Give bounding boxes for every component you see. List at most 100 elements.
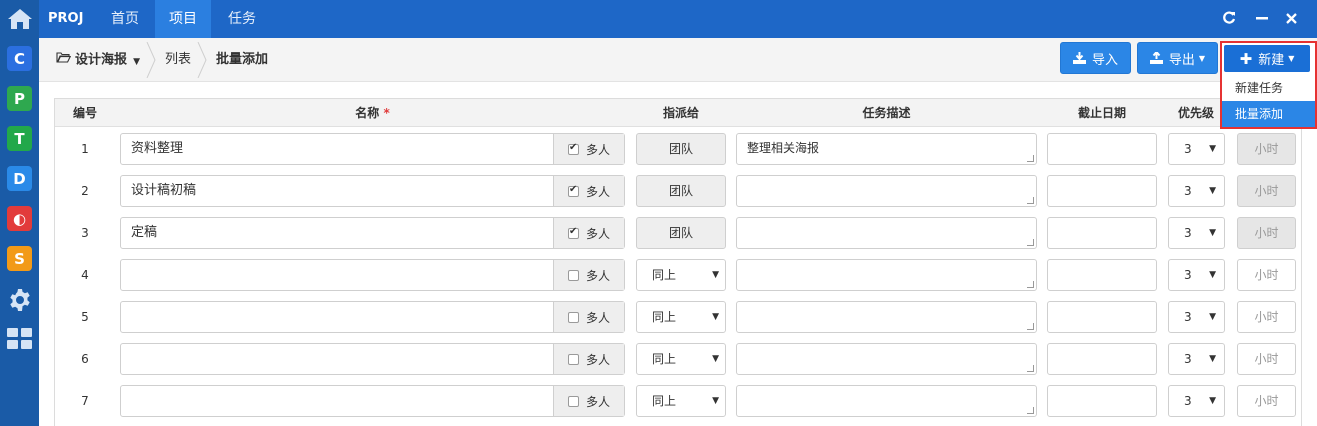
header-desc: 任务描述 — [862, 106, 911, 120]
table-header: 编号 名称 * 指派给 任务描述 截止日期 优先级 — [55, 99, 1301, 127]
multi-checkbox[interactable] — [567, 184, 579, 197]
hours-input[interactable]: 小时 — [1237, 217, 1296, 249]
priority-select[interactable]: 3 ▼ — [1168, 259, 1225, 291]
assign-select[interactable]: 同上 ▼ — [636, 259, 726, 291]
priority-select[interactable]: 3 ▼ — [1168, 343, 1225, 375]
close-icon[interactable] — [1282, 9, 1300, 27]
import-icon — [1072, 52, 1086, 64]
breadcrumb-project[interactable]: 设计海报 ▼ — [56, 38, 140, 82]
task-name-input[interactable]: 多人 — [120, 343, 625, 375]
multi-checkbox[interactable] — [567, 226, 579, 239]
multi-person-toggle[interactable]: 多人 — [553, 386, 624, 416]
breadcrumb-list[interactable]: 列表 — [165, 38, 191, 82]
priority-select[interactable]: 3 ▼ — [1168, 217, 1225, 249]
refresh-icon[interactable] — [1220, 9, 1238, 27]
multi-person-toggle[interactable]: 多人 — [553, 134, 624, 164]
caret-down-icon: ▼ — [712, 396, 719, 406]
hours-input[interactable]: 小时 — [1237, 301, 1296, 333]
menu-item-new-task[interactable]: 新建任务 — [1222, 75, 1315, 101]
multi-checkbox[interactable] — [567, 142, 579, 155]
export-button[interactable]: 导出 ▼ — [1137, 42, 1218, 74]
header-name: 名称 * — [120, 99, 625, 127]
minimize-icon[interactable] — [1253, 9, 1271, 27]
nav-project[interactable]: 项目 — [155, 0, 211, 38]
home-icon[interactable] — [0, 0, 39, 38]
deadline-input[interactable] — [1047, 133, 1157, 165]
task-desc-textarea[interactable] — [736, 301, 1037, 333]
resize-grip-icon[interactable] — [1027, 281, 1034, 288]
row-number: 5 — [81, 310, 89, 324]
menu-item-batch-add[interactable]: 批量添加 — [1222, 101, 1315, 127]
import-button[interactable]: 导入 — [1060, 42, 1131, 74]
task-name-input[interactable]: 多人 — [120, 385, 625, 417]
nav-home[interactable]: 首页 — [101, 0, 149, 38]
task-name-input[interactable]: 资料整理 多人 — [120, 133, 625, 165]
hours-input[interactable]: 小时 — [1237, 175, 1296, 207]
deadline-input[interactable] — [1047, 259, 1157, 291]
hours-input[interactable]: 小时 — [1237, 259, 1296, 291]
table-row: 6 多人 同上 ▼ 3 ▼ 小时 — [55, 343, 1301, 385]
priority-select[interactable]: 3 ▼ — [1168, 175, 1225, 207]
resize-grip-icon[interactable] — [1027, 239, 1034, 246]
multi-checkbox[interactable] — [567, 311, 579, 323]
multi-person-toggle[interactable]: 多人 — [553, 344, 624, 374]
s-app-icon[interactable]: S — [7, 246, 32, 271]
assign-select[interactable]: 同上 ▼ — [636, 301, 726, 333]
priority-select[interactable]: 3 ▼ — [1168, 385, 1225, 417]
multi-checkbox[interactable] — [567, 395, 579, 407]
task-desc-textarea[interactable] — [736, 175, 1037, 207]
task-name-input[interactable]: 多人 — [120, 301, 625, 333]
task-desc-textarea[interactable]: 整理相关海报 — [736, 133, 1037, 165]
top-nav-bar: PROJ 首页 项目 任务 — [39, 0, 1317, 38]
resize-grip-icon[interactable] — [1027, 197, 1034, 204]
p-app-icon[interactable]: P — [7, 86, 32, 111]
task-name-input[interactable]: 多人 — [120, 259, 625, 291]
resize-grip-icon[interactable] — [1027, 323, 1034, 330]
hours-input[interactable]: 小时 — [1237, 133, 1296, 165]
task-desc-textarea[interactable] — [736, 217, 1037, 249]
task-name-input[interactable]: 设计稿初稿 多人 — [120, 175, 625, 207]
assign-value: 同上 — [652, 310, 677, 324]
multi-label: 多人 — [585, 184, 610, 199]
apps-grid-icon[interactable] — [7, 328, 33, 350]
task-name-input[interactable]: 定稿 多人 — [120, 217, 625, 249]
app-rail: C P T D ◐ S — [0, 0, 39, 426]
c-app-icon[interactable]: C — [7, 46, 32, 71]
task-name-value: 设计稿初稿 — [131, 183, 197, 198]
assign-team-button[interactable]: 团队 — [636, 133, 726, 165]
deadline-input[interactable] — [1047, 301, 1157, 333]
task-desc-textarea[interactable] — [736, 385, 1037, 417]
hours-input[interactable]: 小时 — [1237, 385, 1296, 417]
d-app-icon[interactable]: D — [7, 166, 32, 191]
resize-grip-icon[interactable] — [1027, 365, 1034, 372]
nav-task[interactable]: 任务 — [217, 0, 267, 38]
assign-team-button[interactable]: 团队 — [636, 175, 726, 207]
t-app-icon[interactable]: T — [7, 126, 32, 151]
multi-person-toggle[interactable]: 多人 — [553, 218, 624, 248]
assign-select[interactable]: 同上 ▼ — [636, 343, 726, 375]
multi-person-toggle[interactable]: 多人 — [553, 260, 624, 290]
gear-icon[interactable] — [6, 286, 33, 313]
deadline-input[interactable] — [1047, 175, 1157, 207]
multi-checkbox[interactable] — [567, 269, 579, 281]
multi-person-toggle[interactable]: 多人 — [553, 176, 624, 206]
priority-select[interactable]: 3 ▼ — [1168, 301, 1225, 333]
task-desc-textarea[interactable] — [736, 259, 1037, 291]
caret-down-icon: ▼ — [1288, 54, 1295, 63]
resize-grip-icon[interactable] — [1027, 155, 1034, 162]
resize-grip-icon[interactable] — [1027, 407, 1034, 414]
assign-team-button[interactable]: 团队 — [636, 217, 726, 249]
new-button[interactable]: ✚ 新建 ▼ — [1224, 45, 1310, 72]
brand-logo[interactable]: PROJ — [48, 0, 83, 38]
hours-input[interactable]: 小时 — [1237, 343, 1296, 375]
multi-checkbox[interactable] — [567, 353, 579, 365]
export-label: 导出 — [1168, 52, 1195, 68]
priority-select[interactable]: 3 ▼ — [1168, 133, 1225, 165]
assign-select[interactable]: 同上 ▼ — [636, 385, 726, 417]
deadline-input[interactable] — [1047, 343, 1157, 375]
o-app-icon[interactable]: ◐ — [7, 206, 32, 231]
multi-person-toggle[interactable]: 多人 — [553, 302, 624, 332]
deadline-input[interactable] — [1047, 217, 1157, 249]
deadline-input[interactable] — [1047, 385, 1157, 417]
task-desc-textarea[interactable] — [736, 343, 1037, 375]
